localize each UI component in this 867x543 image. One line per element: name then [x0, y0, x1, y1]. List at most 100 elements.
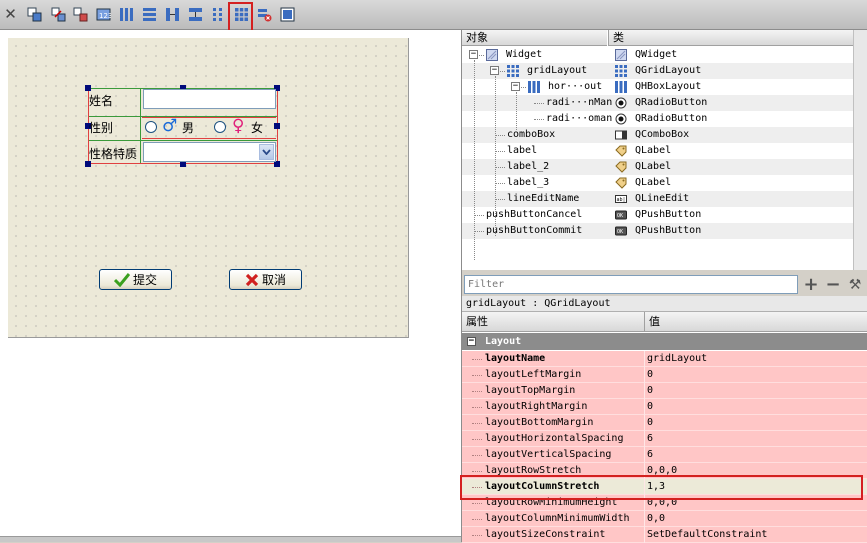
female-radio[interactable] [214, 121, 226, 133]
male-label: 男 [182, 121, 195, 135]
property-value[interactable]: 0,0 [647, 511, 665, 527]
push-button-icon: OK [615, 209, 627, 221]
property-value[interactable]: 0 [647, 415, 653, 431]
property-value[interactable]: 0 [647, 367, 653, 383]
name-input[interactable] [143, 89, 276, 109]
property-value[interactable]: gridLayout [647, 351, 707, 367]
tree-connector [495, 151, 505, 152]
tree-row[interactable]: comboBox QComboBox [462, 127, 867, 143]
tree-object-class: QRadioButton [635, 113, 708, 124]
tree-row[interactable]: label_2 QLabel [462, 159, 867, 175]
cancel-button[interactable]: 取消 [229, 269, 302, 290]
collapse-icon[interactable]: − [467, 337, 476, 346]
edit-buddies-icon[interactable] [72, 6, 89, 23]
property-editor: 属性 值 − Layout layoutName gridLayout layout… [462, 312, 867, 543]
break-layout-icon[interactable] [256, 6, 273, 23]
tree-row[interactable]: − gridLayout QGridLayout [462, 63, 867, 79]
property-row[interactable]: layoutRightMargin 0 [462, 399, 867, 415]
close-icon[interactable]: ✕ [2, 6, 19, 23]
female-symbol: ♀ [232, 116, 245, 136]
resize-handle[interactable] [85, 85, 91, 91]
tree-connector [534, 103, 544, 104]
grid-line [88, 140, 278, 141]
form-widget[interactable]: 姓名 性别 ♂ 男 ♀ 女 性格特质 提交 取消 [8, 38, 409, 338]
property-value[interactable]: 0 [647, 399, 653, 415]
property-row[interactable]: layoutHorizontalSpacing 6 [462, 431, 867, 447]
adjust-size-icon[interactable] [279, 6, 296, 23]
push-button-icon: OK [615, 225, 627, 237]
property-name: layoutColumnMinimumWidth [485, 513, 630, 524]
property-row[interactable]: layoutColumnMinimumWidth 0,0 [462, 511, 867, 527]
property-value[interactable]: 0 [647, 383, 653, 399]
tree-object-name: radi···oman [546, 113, 613, 124]
layout-horizontal-icon[interactable] [118, 6, 135, 23]
column-stretch-highlight [460, 475, 863, 500]
tree-row[interactable]: lineEditName ab| QLineEdit [462, 191, 867, 207]
tree-connector [472, 455, 482, 456]
hbox-layout-icon [528, 81, 540, 93]
tree-object-class: QWidget [635, 49, 678, 60]
property-row[interactable]: layoutVerticalSpacing 6 [462, 447, 867, 463]
tree-object-class: QHBoxLayout [635, 81, 702, 92]
layout-vertical-icon[interactable] [141, 6, 158, 23]
tree-connector [495, 135, 505, 136]
tree-row[interactable]: pushButtonCancel OK QPushButton [462, 207, 867, 223]
remove-icon[interactable]: − [824, 275, 842, 295]
tree-connector [472, 359, 482, 360]
property-value[interactable]: SetDefaultConstraint [647, 527, 767, 543]
tree-row[interactable]: pushButtonCommit OK QPushButton [462, 223, 867, 239]
chevron-down-icon[interactable] [259, 144, 274, 160]
tree-row[interactable]: − hor···out QHBoxLayout [462, 79, 867, 95]
tree-object-name: hor···out [548, 81, 603, 92]
tree-object-class: QPushButton [635, 225, 702, 236]
toolbar: ✕ 123 [0, 0, 867, 30]
horizontal-scrollbar[interactable] [0, 536, 461, 542]
property-value[interactable]: 6 [647, 431, 653, 447]
tree-scrollbar[interactable] [853, 30, 867, 270]
cross-icon [245, 273, 259, 286]
submit-button[interactable]: 提交 [99, 269, 172, 290]
resize-handle[interactable] [274, 123, 280, 129]
tree-row[interactable]: label_3 QLabel [462, 175, 867, 191]
combobox-icon [615, 129, 627, 141]
tree-object-class: QLabel [635, 177, 672, 188]
column-divider [644, 415, 645, 431]
property-row[interactable]: layoutTopMargin 0 [462, 383, 867, 399]
layout-form-icon[interactable] [210, 6, 227, 23]
column-divider [644, 399, 645, 415]
column-header-value[interactable]: 值 [644, 312, 867, 332]
collapse-icon[interactable]: − [511, 82, 520, 91]
layout-vertical-splitter-icon[interactable] [187, 6, 204, 23]
property-row[interactable]: layoutName gridLayout [462, 351, 867, 367]
property-row[interactable]: layoutLeftMargin 0 [462, 367, 867, 383]
tree-row[interactable]: radi···nMan QRadioButton [462, 95, 867, 111]
wrench-icon[interactable]: ⚒ [846, 275, 864, 295]
property-value[interactable]: 6 [647, 447, 653, 463]
tree-row[interactable]: − Widget QWidget [462, 47, 867, 63]
tree-connector [472, 471, 482, 472]
male-radio[interactable] [145, 121, 157, 133]
property-group-layout[interactable]: − Layout [462, 333, 867, 350]
add-icon[interactable]: + [802, 275, 820, 295]
tree-row[interactable]: radi···oman QRadioButton [462, 111, 867, 127]
trait-combobox[interactable] [143, 142, 276, 162]
tree-object-class: QLabel [635, 161, 672, 172]
column-header-property[interactable]: 属性 [462, 312, 644, 332]
check-icon [113, 272, 130, 287]
filter-input[interactable]: Filter [464, 275, 798, 294]
tree-row[interactable]: label QLabel [462, 143, 867, 159]
property-object-line: gridLayout : QGridLayout [462, 296, 867, 312]
property-row[interactable]: layoutSizeConstraint SetDefaultConstraint [462, 527, 867, 543]
gender-label: 性别 [89, 121, 114, 135]
edit-widgets-icon[interactable] [26, 6, 43, 23]
layout-horizontal-splitter-icon[interactable] [164, 6, 181, 23]
column-header-class[interactable]: 类 [608, 30, 867, 46]
property-row[interactable]: layoutBottomMargin 0 [462, 415, 867, 431]
side-panels: 对象 类 − Widget QWidget − gridLayout QGridLayou… [461, 30, 867, 543]
collapse-icon[interactable]: − [469, 50, 478, 59]
edit-signals-icon[interactable] [50, 6, 67, 23]
edit-tab-order-icon[interactable]: 123 [95, 6, 112, 23]
column-header-object[interactable]: 对象 [462, 30, 607, 46]
radio-button-icon [615, 97, 627, 109]
collapse-icon[interactable]: − [490, 66, 499, 75]
